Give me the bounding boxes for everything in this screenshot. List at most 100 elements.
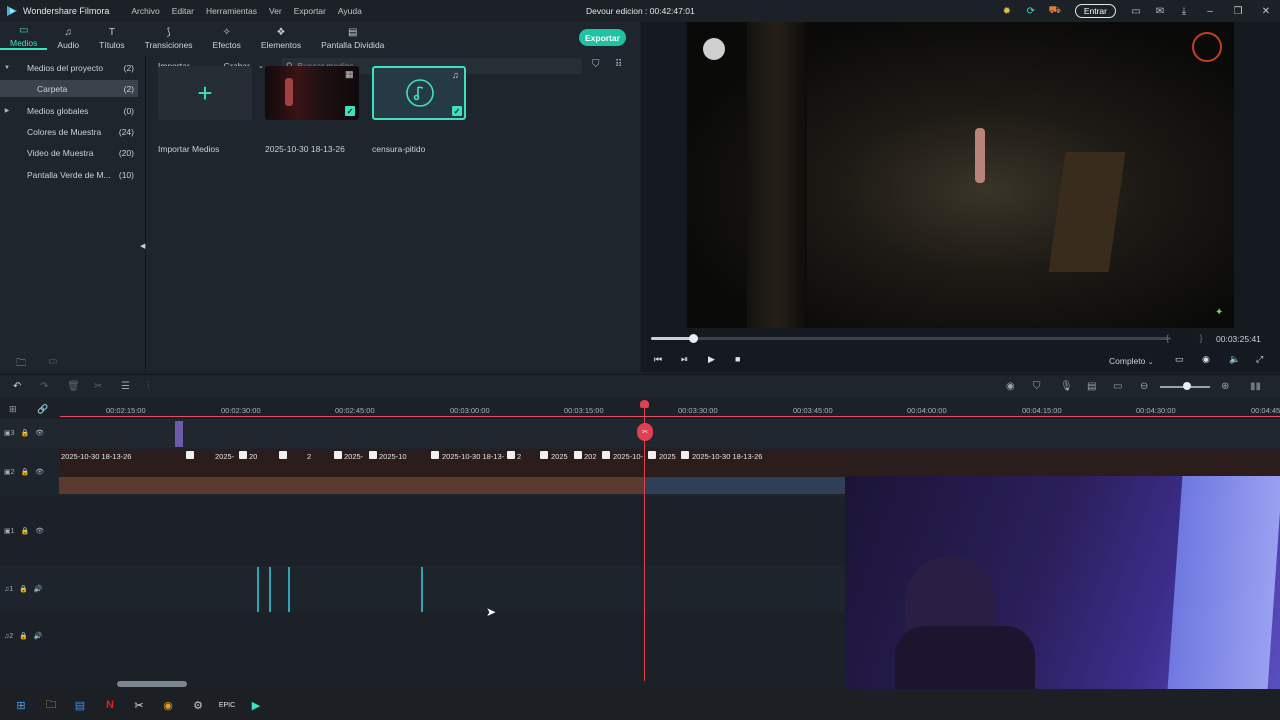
layout-icon[interactable]: ▮▮	[1250, 381, 1261, 392]
zoom-out-icon[interactable]: ⊖	[1140, 381, 1148, 392]
close-icon[interactable]: ✕	[1252, 6, 1280, 17]
lock-icon[interactable]: 🔒	[21, 429, 30, 437]
menu-editar[interactable]: Editar	[172, 6, 194, 16]
volume-icon[interactable]: 🔈	[1229, 354, 1240, 365]
render-icon[interactable]: ◉	[1006, 381, 1015, 392]
adjust-icon[interactable]: ☰	[121, 381, 130, 392]
speaker-icon[interactable]: 🔊	[34, 632, 43, 640]
link-icon[interactable]: 🔗	[37, 404, 48, 415]
audio-media-tile[interactable]: ♫ ✓	[372, 66, 466, 120]
redo-icon[interactable]: ↷	[40, 381, 48, 392]
sfx-clip[interactable]	[288, 567, 290, 612]
title-clip[interactable]	[175, 421, 183, 447]
lock-icon[interactable]: 🔒	[19, 585, 28, 593]
snapshot-icon[interactable]: ◉	[1202, 354, 1210, 365]
voiceover-icon[interactable]: ▤	[1087, 381, 1096, 392]
menu-exportar[interactable]: Exportar	[294, 6, 326, 16]
snipping-tool-icon[interactable]: ✂	[130, 696, 148, 714]
scrub-knob[interactable]	[688, 334, 698, 343]
play-icon[interactable]: ▶	[708, 354, 715, 365]
video-clip-strip[interactable]: 2025-10-30 18-13-26 2025- 20 2 2025- 202…	[59, 449, 1280, 477]
speaker-icon[interactable]: 🔊	[34, 585, 43, 593]
add-track-icon[interactable]: ⊞	[9, 404, 17, 415]
save-icon[interactable]: ▭	[1127, 4, 1145, 18]
mark-in-out-icon[interactable]: { }	[1166, 333, 1217, 343]
sidebar-item-pantalla-verde[interactable]: Pantalla Verde de M... (10)	[0, 166, 138, 183]
mail-icon[interactable]: ✉	[1151, 4, 1169, 18]
lock-icon[interactable]: 🔒	[21, 468, 30, 476]
video-media-tile[interactable]: ▦ ✓	[265, 66, 359, 120]
preview-video[interactable]: ✦	[687, 22, 1234, 328]
menu-archivo[interactable]: Archivo	[131, 6, 159, 16]
tab-medios[interactable]: ▭ Medios	[0, 22, 48, 50]
eye-icon[interactable]: 👁	[35, 527, 44, 535]
cart-icon[interactable]: ⛟	[1046, 4, 1064, 18]
eye-icon[interactable]: 👁	[35, 468, 44, 476]
grid-view-icon[interactable]: ⠿	[615, 59, 622, 70]
login-button[interactable]: Entrar	[1074, 4, 1116, 18]
linked-audio-waveform-2[interactable]	[645, 477, 845, 494]
sidebar-item-carpeta[interactable]: Carpeta (2)	[0, 80, 138, 97]
zoom-knob[interactable]	[1183, 382, 1191, 390]
lock-icon[interactable]: 🔒	[19, 632, 28, 640]
undo-icon[interactable]: ↶	[13, 381, 21, 392]
export-button[interactable]: Exportar	[579, 29, 626, 46]
file-explorer-icon[interactable]: 🗀	[42, 696, 60, 714]
marker-icon[interactable]: ⛉	[1033, 381, 1041, 392]
delete-icon[interactable]: 🗑	[67, 381, 80, 392]
windows-start-icon[interactable]: ⊞	[12, 696, 30, 714]
menu-ver[interactable]: Ver	[269, 6, 282, 16]
fullscreen-icon[interactable]: ⤢	[1256, 354, 1263, 365]
filter-icon[interactable]: ⛉	[592, 59, 600, 70]
cut-icon[interactable]: ✂	[94, 381, 102, 392]
light-icon[interactable]: ✹	[998, 4, 1016, 18]
new-folder-icon[interactable]: 🗀	[16, 356, 26, 373]
expand-down-icon[interactable]: ▼	[0, 65, 14, 71]
sfx-clip[interactable]	[257, 567, 259, 612]
lock-icon[interactable]: 🔒	[21, 527, 30, 535]
eye-icon[interactable]: 👁	[35, 429, 44, 437]
store-icon[interactable]: ▤	[71, 696, 89, 714]
menu-ayuda[interactable]: Ayuda	[338, 6, 362, 16]
zoom-in-icon[interactable]: ⊕	[1221, 381, 1229, 392]
epic-games-icon[interactable]: EPIC	[218, 696, 236, 714]
microphone-icon[interactable]: 🎙	[1060, 381, 1073, 392]
linked-audio-waveform[interactable]	[59, 477, 645, 494]
import-media-tile[interactable]: +	[158, 66, 252, 120]
subtitle-icon[interactable]: ▭	[1113, 381, 1122, 392]
sidebar-item-colores[interactable]: Colores de Muestra (24)	[0, 123, 138, 140]
stop-icon[interactable]: ■	[735, 354, 740, 364]
sfx-clip[interactable]	[421, 567, 423, 612]
chrome-icon[interactable]: ◉	[159, 696, 177, 714]
folder-icon[interactable]: ▭	[48, 356, 57, 367]
display-icon[interactable]: ▭	[1175, 354, 1184, 365]
sfx-clip[interactable]	[269, 567, 271, 612]
expand-right-icon[interactable]: ▶	[0, 107, 14, 114]
previous-frame-icon[interactable]: ⏮	[654, 354, 662, 365]
filmora-taskbar-icon[interactable]: ▶	[247, 696, 265, 714]
sidebar-item-medios-proyecto[interactable]: ▼ Medios del proyecto (2)	[0, 59, 138, 76]
timeline-scrollbar[interactable]	[117, 681, 187, 687]
menu-herramientas[interactable]: Herramientas	[206, 6, 257, 16]
steam-icon[interactable]: ⚙	[189, 696, 207, 714]
playhead[interactable]	[644, 401, 645, 681]
quality-select[interactable]: Completo ⌄	[1109, 356, 1154, 366]
minimize-icon[interactable]: –	[1196, 6, 1224, 17]
tab-elementos[interactable]: ❖ Elementos	[251, 22, 311, 51]
tab-audio[interactable]: ♫ Audio	[47, 22, 89, 51]
maximize-icon[interactable]: ❐	[1224, 6, 1252, 17]
tab-pantalla-dividida[interactable]: ▤ Pantalla Dividida	[311, 22, 394, 51]
tab-transiciones[interactable]: ⟆ Transiciones	[135, 22, 203, 51]
tab-titulos[interactable]: T Títulos	[89, 22, 135, 51]
netflix-icon[interactable]: N	[101, 696, 119, 714]
play-step-icon[interactable]: ⏯	[681, 354, 688, 365]
download-icon[interactable]: ⤓	[1175, 4, 1193, 18]
sidebar-item-video-muestra[interactable]: Video de Muestra (20)	[0, 144, 138, 161]
tab-efectos[interactable]: ✧ Efectos	[203, 22, 251, 51]
preview-scrubber[interactable]	[651, 334, 1171, 343]
sidebar-item-medios-globales[interactable]: ▶ Medios globales (0)	[0, 102, 138, 119]
collapse-sidebar-icon[interactable]: ◀	[140, 242, 145, 250]
split-marker-icon[interactable]: ✂	[637, 423, 653, 441]
refresh-icon[interactable]: ⟳	[1022, 4, 1040, 18]
audio-wave-icon[interactable]: ⫶	[147, 381, 150, 392]
